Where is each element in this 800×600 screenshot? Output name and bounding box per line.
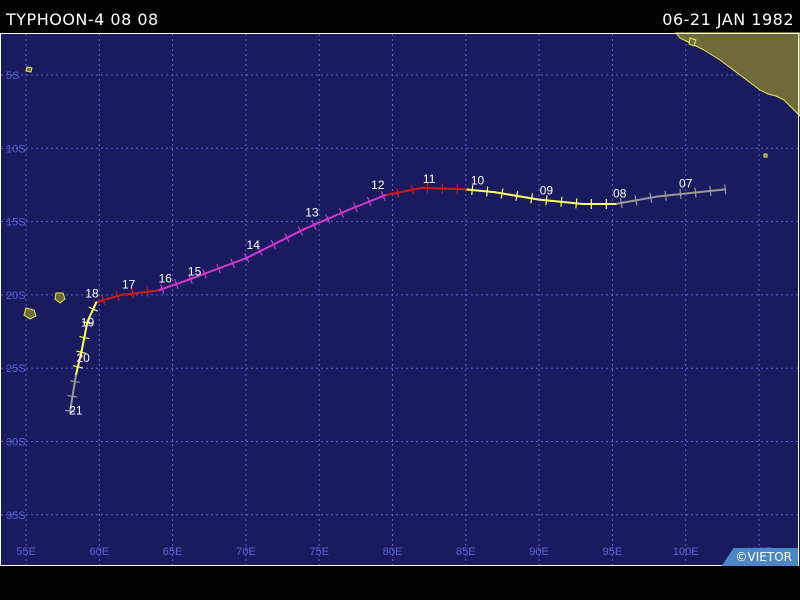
day-label: 12 [371, 178, 385, 192]
day-label: 17 [122, 278, 136, 292]
lat-label: 25S [6, 363, 26, 375]
lon-label: 95E [603, 546, 623, 558]
lon-label: 100E [673, 546, 699, 558]
lon-label: 75E [309, 546, 329, 558]
lat-label: 35S [6, 510, 26, 522]
day-label: 08 [613, 187, 627, 201]
island-small-3 [763, 153, 768, 158]
island-small-2 [25, 66, 33, 73]
lat-label: 10S [6, 143, 26, 155]
lat-label: 15S [6, 217, 26, 229]
day-label: 11 [423, 172, 436, 186]
lon-label: 55E [16, 546, 36, 558]
lon-label: 60E [90, 546, 110, 558]
credit-badge: ©VIETOR [721, 548, 798, 566]
lon-label: 85E [456, 546, 476, 558]
lat-label: 30S [6, 437, 26, 449]
day-label: 13 [305, 206, 319, 220]
day-label: 20 [76, 351, 90, 365]
track-map: 55E60E65E70E75E80E85E90E95E100E105E5S10S… [0, 32, 800, 566]
day-label: 14 [247, 238, 261, 252]
ocean-area [0, 33, 800, 566]
lon-label: 65E [163, 546, 183, 558]
day-label: 19 [81, 316, 95, 330]
day-label: 07 [679, 176, 693, 190]
day-label: 16 [159, 272, 173, 286]
lon-label: 70E [236, 546, 256, 558]
lat-label: 5S [6, 70, 19, 82]
day-label: 21 [69, 404, 83, 418]
day-label: 15 [188, 264, 202, 278]
lon-label: 90E [529, 546, 549, 558]
day-label: 10 [471, 173, 485, 187]
lon-label: 80E [383, 546, 403, 558]
day-label: 09 [540, 184, 554, 198]
lat-label: 20S [6, 290, 26, 302]
day-label: 18 [85, 286, 99, 300]
